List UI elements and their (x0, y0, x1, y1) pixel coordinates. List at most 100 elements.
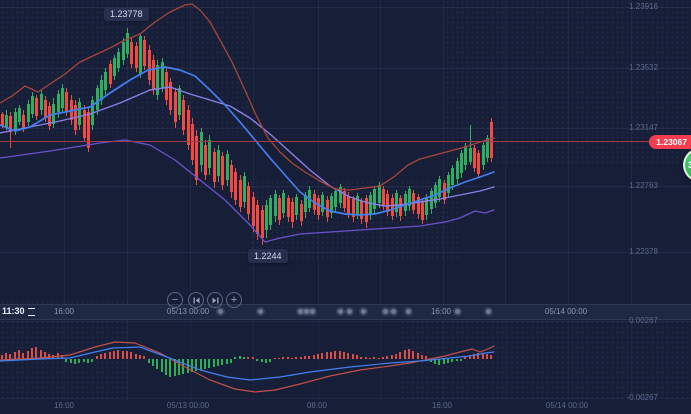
timebar-marker-dot[interactable] (304, 309, 309, 314)
timebar-time-label: 16:00 (53, 307, 75, 316)
macd-histogram-bar (208, 359, 210, 368)
candle-body (156, 65, 159, 95)
macd-histogram-bar (291, 358, 293, 359)
macd-histogram-bar (126, 351, 128, 359)
candle-body (204, 145, 207, 175)
macd-histogram-bar (139, 355, 141, 359)
macd-histogram-bar (287, 357, 289, 359)
indicator-axis-label: -0.00267 (626, 393, 658, 402)
timebar-marker-dot[interactable] (361, 309, 366, 314)
candle-body (208, 140, 211, 168)
macd-histogram-bar (18, 350, 20, 359)
timebar-marker-dot[interactable] (455, 309, 460, 314)
candle-body (104, 72, 107, 90)
candle-body (83, 110, 86, 138)
macd-histogram-bar (490, 355, 492, 359)
macd-histogram-bar (347, 353, 349, 359)
zoom-in-button[interactable]: + (226, 292, 242, 308)
candle-body (295, 197, 298, 215)
high-price-tooltip: 1.23778 (104, 7, 149, 21)
macd-histogram-bar (230, 359, 232, 363)
macd-histogram-bar (334, 351, 336, 359)
macd-histogram-bar (456, 359, 458, 361)
macd-histogram-bar (35, 347, 37, 359)
candle-body (256, 205, 259, 234)
macd-histogram-bar (269, 359, 271, 362)
candle-body (447, 175, 450, 193)
candle-body (243, 176, 246, 202)
candle-body (395, 193, 398, 212)
macd-histogram-bar (156, 359, 158, 369)
macd-histogram-bar (391, 355, 393, 359)
macd-histogram-bar (382, 357, 384, 359)
candle-body (382, 189, 385, 206)
skip-back-button[interactable] (188, 292, 204, 308)
macd-histogram-bar (399, 352, 401, 359)
candle-body (291, 202, 294, 222)
candle-body (373, 189, 376, 209)
candle-body (113, 58, 116, 76)
timebar-marker-dot[interactable] (338, 309, 343, 314)
candle-body (287, 198, 290, 217)
skip-forward-button[interactable] (207, 292, 223, 308)
candle-body (61, 88, 64, 108)
candle-body (391, 198, 394, 216)
candle-body (126, 33, 129, 54)
macd-histogram-bar (360, 357, 362, 359)
macd-histogram-bar (425, 356, 427, 359)
macd-histogram-bar (300, 357, 302, 359)
candle-body (87, 112, 90, 148)
macd-histogram-bar (213, 359, 215, 367)
candle-body (57, 94, 60, 112)
macd-histogram-bar (395, 354, 397, 359)
candle-body (18, 108, 21, 122)
macd-histogram-bar (339, 351, 341, 359)
timebar-marker-dot[interactable] (391, 309, 396, 314)
macd-histogram-bar (356, 355, 358, 359)
timebar-marker-dot[interactable] (258, 309, 263, 314)
candle-body (269, 198, 272, 225)
timebar-marker-dot[interactable] (486, 309, 491, 314)
candle-body (239, 180, 242, 207)
minus-icon: − (171, 294, 179, 306)
macd-histogram-bar (100, 354, 102, 359)
candle-body (122, 42, 125, 60)
candle-body (261, 210, 264, 238)
macd-histogram-bar (482, 354, 484, 359)
candle-body (221, 156, 224, 185)
macd-histogram-bar (113, 351, 115, 359)
macd-histogram-bar (486, 354, 488, 359)
macd-histogram-bar (278, 358, 280, 359)
time-scrollbar[interactable] (0, 304, 691, 320)
plus-icon: + (230, 294, 238, 306)
macd-histogram-bar (451, 359, 453, 362)
macd-histogram-bar (274, 358, 276, 359)
timebar-marker-dot[interactable] (310, 309, 315, 314)
candle-body (360, 201, 363, 219)
macd-histogram-bar (330, 352, 332, 359)
macd-histogram-bar (443, 359, 445, 364)
timebar-marker-dot[interactable] (347, 309, 352, 314)
timebar-marker-dot[interactable] (218, 309, 223, 314)
macd-histogram-bar (247, 357, 249, 359)
macd-histogram-bar (239, 356, 241, 359)
price-axis-label: 1.23147 (629, 123, 658, 132)
timebar-marker-dot[interactable] (406, 309, 411, 314)
macd-histogram-bar (438, 359, 440, 365)
macd-histogram-bar (87, 359, 89, 363)
timebar-time-label: 05/13 00:00 (166, 307, 210, 316)
candle-body (200, 132, 203, 165)
candle-body (152, 60, 155, 90)
macd-histogram-bar (96, 356, 98, 359)
candle-body (456, 161, 459, 179)
macd-histogram-bar (365, 357, 367, 359)
macd-histogram-bar (148, 359, 150, 363)
timebar-marker-dot[interactable] (298, 309, 303, 314)
timebar-marker-dot[interactable] (383, 309, 388, 314)
zoom-out-button[interactable]: − (167, 292, 183, 308)
candle-body (143, 40, 146, 66)
macd-histogram-bar (261, 359, 263, 362)
macd-histogram-bar (295, 357, 297, 359)
macd-histogram-bar (369, 358, 371, 359)
candle-body (117, 52, 120, 68)
